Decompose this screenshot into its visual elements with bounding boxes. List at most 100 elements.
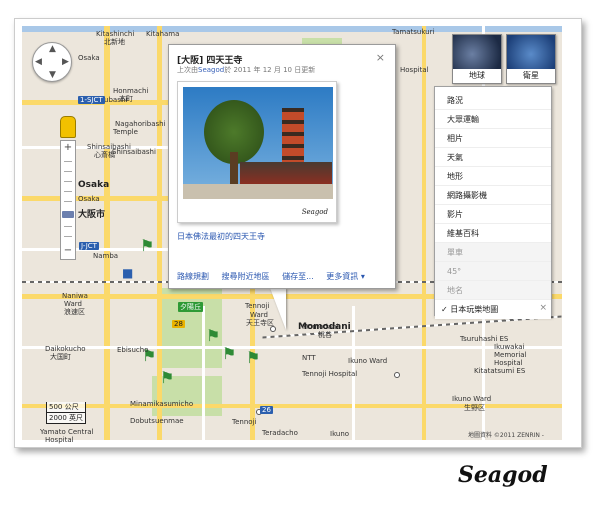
layer-webcams[interactable]: 網路攝影機 bbox=[435, 186, 551, 205]
train-station-icon[interactable]: ■ bbox=[122, 266, 133, 280]
map-label: Kitashinchi bbox=[96, 30, 135, 38]
road bbox=[422, 26, 426, 440]
map-label: 浪速区 bbox=[64, 308, 85, 316]
district-label: Osaka bbox=[78, 180, 110, 190]
route-badge: J-JCT bbox=[79, 242, 99, 250]
map-label: Ebisucho bbox=[117, 346, 149, 354]
save-to-link[interactable]: 儲存至... bbox=[282, 272, 314, 281]
zoom-tick bbox=[64, 181, 72, 182]
photo-trunk bbox=[230, 152, 238, 188]
update-prefix: 上次由 bbox=[177, 66, 198, 74]
layer-traffic[interactable]: 路況 bbox=[435, 91, 551, 110]
zoom-tick bbox=[64, 226, 72, 227]
map-label: Minamikasumicho bbox=[130, 400, 194, 408]
photo-ground bbox=[183, 184, 333, 199]
search-nearby-link[interactable]: 搜尋附近地區 bbox=[222, 272, 270, 281]
layer-45-degree[interactable]: 45° bbox=[435, 262, 551, 281]
map-label: Ikuno bbox=[330, 430, 350, 438]
info-window: [大阪] 四天王寺 上次由Seagod於 2011 年 12 月 10 日更新 … bbox=[168, 44, 396, 289]
map-label: Tennoji bbox=[232, 418, 257, 426]
layer-transit[interactable]: 大眾運輸 bbox=[435, 110, 551, 129]
map-label: Ikuwakai bbox=[494, 343, 525, 351]
close-icon[interactable]: × bbox=[376, 51, 385, 64]
layer-wikipedia[interactable]: 維基百科 bbox=[435, 224, 551, 243]
temple-marker-icon[interactable]: ⚑ bbox=[160, 368, 174, 387]
people-marker-icon[interactable]: ⚑ bbox=[140, 236, 154, 255]
map-label: Hospital bbox=[400, 66, 429, 74]
zoom-slider[interactable]: + − bbox=[60, 140, 76, 260]
map-label: Tennoji bbox=[245, 302, 270, 310]
photo-caption-link[interactable]: 日本佛法最初的四天王寺 bbox=[177, 231, 265, 242]
map-label: 桃谷 bbox=[318, 331, 332, 339]
pan-up-icon[interactable]: ▲ bbox=[49, 44, 56, 54]
author-link[interactable]: Seagod bbox=[198, 66, 224, 74]
update-date: 於 2011 年 12 月 10 日更新 bbox=[224, 66, 316, 74]
road bbox=[202, 306, 205, 440]
map-label: Ward bbox=[64, 300, 82, 308]
road bbox=[22, 196, 192, 201]
map-label: Hospital bbox=[494, 359, 523, 367]
more-info-link[interactable]: 更多資訊 ▾ bbox=[326, 272, 365, 281]
zoom-tick bbox=[64, 201, 72, 202]
popup-pointer bbox=[270, 288, 286, 330]
scale-bar: 500 公尺 2000 英尺 bbox=[46, 402, 87, 424]
zoom-in-button[interactable]: + bbox=[61, 142, 75, 153]
temple-marker-icon[interactable]: ⚑ bbox=[206, 326, 220, 345]
zoom-tick bbox=[64, 161, 72, 162]
layer-japan-fun-map[interactable]: ✓ 日本玩樂地圖 bbox=[435, 300, 551, 319]
pan-down-icon[interactable]: ▼ bbox=[49, 70, 56, 80]
earth-view-button[interactable]: 地球 bbox=[452, 34, 502, 84]
popup-actions: 路線規劃 搜尋附近地區 儲存至... 更多資訊 ▾ bbox=[177, 271, 375, 282]
pan-control[interactable]: ▲ ◀ ▶ ▼ bbox=[32, 42, 72, 82]
layer-videos[interactable]: 影片 bbox=[435, 205, 551, 224]
photo-hall bbox=[240, 162, 332, 184]
directions-link[interactable]: 路線規劃 bbox=[177, 272, 209, 281]
map-label: Ikuno Ward bbox=[348, 357, 388, 365]
update-info: 上次由Seagod於 2011 年 12 月 10 日更新 bbox=[177, 65, 315, 75]
temple-marker-icon[interactable]: ⚑ bbox=[222, 344, 236, 363]
map-label: Temple bbox=[113, 128, 138, 136]
map-label: Hospital bbox=[45, 436, 74, 444]
layer-menu: 路況 大眾運輸 相片 天氣 地形 網路攝影機 影片 維基百科 單車 45° 地名… bbox=[434, 86, 552, 319]
zoom-tick bbox=[64, 171, 72, 172]
map-label: Memorial bbox=[494, 351, 527, 359]
layer-place-names[interactable]: 地名 bbox=[435, 281, 551, 300]
pan-right-icon[interactable]: ▶ bbox=[62, 57, 69, 67]
map-copyright: 地圖資料 ©2011 ZENRIN - bbox=[468, 432, 544, 439]
map-label: Nagahoribashi bbox=[115, 120, 166, 128]
zoom-out-button[interactable]: − bbox=[61, 245, 75, 256]
map-label: Yamato Central bbox=[40, 428, 94, 436]
map-label: Tamatsukuri bbox=[392, 28, 435, 36]
route-badge: 28 bbox=[172, 320, 185, 328]
map-label: Ikuno Ward bbox=[452, 395, 492, 403]
layer-terrain[interactable]: 地形 bbox=[435, 167, 551, 186]
map-label: Ward bbox=[250, 311, 268, 319]
satellite-view-button[interactable]: 衛星 bbox=[506, 34, 556, 84]
scale-imperial: 2000 英尺 bbox=[46, 413, 87, 424]
layer-weather[interactable]: 天氣 bbox=[435, 148, 551, 167]
map-label: Namba bbox=[93, 252, 119, 260]
earth-label: 地球 bbox=[453, 69, 501, 83]
temple-marker-icon[interactable]: ⚑ bbox=[246, 348, 260, 367]
layer-photos[interactable]: 相片 bbox=[435, 129, 551, 148]
map-label: Teradacho bbox=[262, 429, 298, 437]
map-label: Tennoji Hospital bbox=[302, 370, 358, 378]
map-label: Kitatatsumi ES bbox=[474, 367, 526, 375]
route-badge: 夕陽丘 bbox=[178, 302, 203, 312]
zoom-tick bbox=[64, 236, 72, 237]
layer-bicycling[interactable]: 單車 bbox=[435, 243, 551, 262]
district-label: Momodani bbox=[298, 322, 351, 332]
road bbox=[104, 26, 110, 440]
pan-left-icon[interactable]: ◀ bbox=[35, 57, 42, 67]
pegman-icon[interactable] bbox=[60, 116, 76, 138]
photo-signature: Seagod bbox=[301, 208, 328, 216]
road bbox=[22, 346, 562, 349]
map-label: Shinsaibashi bbox=[112, 148, 156, 156]
close-icon[interactable]: × bbox=[539, 303, 547, 313]
scale-metric: 500 公尺 bbox=[46, 402, 87, 413]
zoom-tick bbox=[64, 191, 72, 192]
zoom-handle[interactable] bbox=[62, 211, 74, 218]
place-photo[interactable]: Seagod bbox=[177, 81, 337, 223]
poi-marker[interactable] bbox=[394, 372, 400, 378]
route-badge: 1-SJCT bbox=[78, 96, 105, 104]
